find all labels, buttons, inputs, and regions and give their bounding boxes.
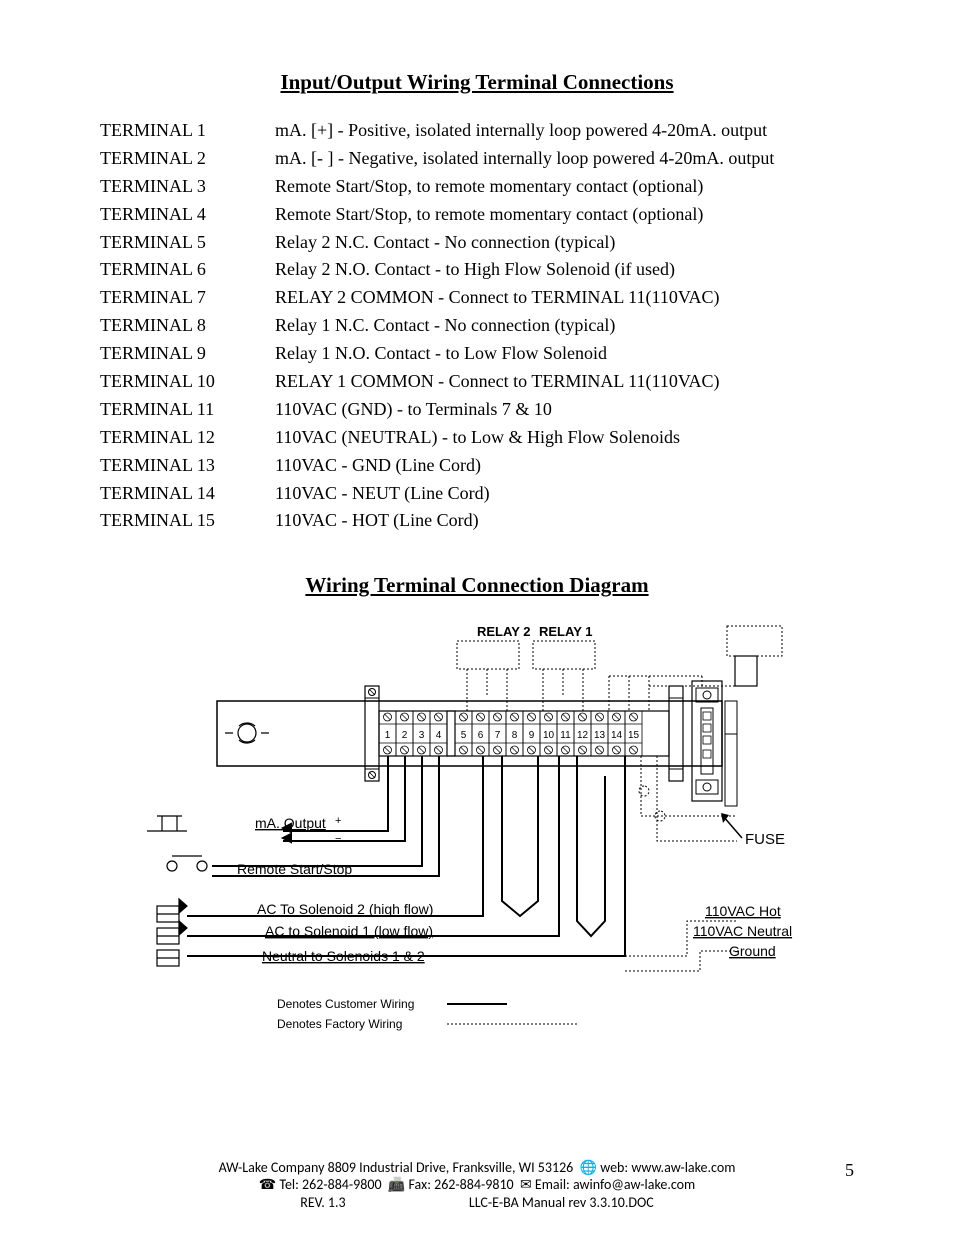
terminal-row: TERMINAL 1mA. [+] - Positive, isolated i… [100,117,854,145]
terminal-row: TERMINAL 12110VAC (NEUTRAL) - to Low & H… [100,424,854,452]
section-title-diagram: Wiring Terminal Connection Diagram [100,573,854,598]
terminal-label: TERMINAL 11 [100,396,275,424]
footer-fax: Fax: 262-884-9810 [409,1176,514,1193]
terminal-desc: RELAY 2 COMMON - Connect to TERMINAL 11(… [275,284,854,312]
terminal-desc: 110VAC - NEUT (Line Cord) [275,480,854,508]
terminal-label: TERMINAL 3 [100,173,275,201]
ground-label: Ground [729,943,776,959]
svg-text:−: − [335,833,341,845]
terminal-desc: mA. [- ] - Negative, isolated internally… [275,145,854,173]
neutral-label: 110VAC Neutral [693,923,792,939]
terminal-desc: 110VAC (NEUTRAL) - to Low & High Flow So… [275,424,854,452]
terminal-label: TERMINAL 7 [100,284,275,312]
terminal-row: TERMINAL 10RELAY 1 COMMON - Connect to T… [100,368,854,396]
relay1-label: RELAY 1 [539,624,592,639]
terminal-number: 10 [543,730,555,741]
terminal-label: TERMINAL 12 [100,424,275,452]
terminal-row: TERMINAL 2mA. [- ] - Negative, isolated … [100,145,854,173]
fuse-label: FUSE [745,831,785,848]
footer-company: AW-Lake Company 8809 Industrial Drive, F… [219,1159,574,1176]
terminal-label: TERMINAL 14 [100,480,275,508]
terminal-row: TERMINAL 15110VAC - HOT (Line Cord) [100,507,854,535]
terminal-row: TERMINAL 9Relay 1 N.O. Contact - to Low … [100,340,854,368]
terminal-desc: Remote Start/Stop, to remote momentary c… [275,173,854,201]
page-footer: 5 AW-Lake Company 8809 Industrial Drive,… [0,1159,954,1212]
terminal-label: TERMINAL 13 [100,452,275,480]
terminal-row: TERMINAL 8Relay 1 N.C. Contact - No conn… [100,312,854,340]
wiring-diagram: 123456789101112131415 RELAY 2 RELAY 1 [100,616,854,1056]
terminal-label: TERMINAL 2 [100,145,275,173]
footer-rev: REV. 1.3 [300,1194,345,1212]
terminal-number: 13 [594,730,606,741]
terminal-desc: mA. [+] - Positive, isolated internally … [275,117,854,145]
terminal-number: 1 [385,730,391,741]
terminal-desc: 110VAC - HOT (Line Cord) [275,507,854,535]
terminal-number: 6 [478,730,484,741]
hot-label: 110VAC Hot [705,903,781,919]
terminal-number: 14 [611,730,623,741]
terminal-number: 12 [577,730,589,741]
terminal-row: TERMINAL 7RELAY 2 COMMON - Connect to TE… [100,284,854,312]
footer-email: Email: awinfo@aw-lake.com [535,1176,695,1193]
terminal-label: TERMINAL 1 [100,117,275,145]
terminal-desc: 110VAC (GND) - to Terminals 7 & 10 [275,396,854,424]
terminal-number: 4 [436,730,442,741]
relay2-label: RELAY 2 [477,624,530,639]
neutral-solenoids-label: Neutral to Solenoids 1 & 2 [262,948,425,964]
terminal-row: TERMINAL 3Remote Start/Stop, to remote m… [100,173,854,201]
terminal-number: 15 [628,730,640,741]
terminal-number: 8 [512,730,518,741]
terminal-desc: Relay 1 N.C. Contact - No connection (ty… [275,312,854,340]
terminal-label: TERMINAL 15 [100,507,275,535]
terminal-number: 7 [495,730,501,741]
terminal-label: TERMINAL 4 [100,201,275,229]
terminal-row: TERMINAL 5Relay 2 N.C. Contact - No conn… [100,229,854,257]
terminal-desc: Relay 1 N.O. Contact - to Low Flow Solen… [275,340,854,368]
footer-tel: Tel: 262-884-9800 [279,1176,381,1193]
terminal-row: TERMINAL 13110VAC - GND (Line Cord) [100,452,854,480]
terminal-label: TERMINAL 10 [100,368,275,396]
terminal-number: 11 [560,730,571,741]
remote-start-stop-label: Remote Start/Stop [237,861,352,877]
terminal-row: TERMINAL 6Relay 2 N.O. Contact - to High… [100,256,854,284]
ma-output-label: mA. Output [255,815,326,831]
ac-solenoid2-label: AC To Solenoid 2 (high flow) [257,901,433,917]
legend-customer-label: Denotes Customer Wiring [277,997,414,1011]
terminal-number: 3 [419,730,425,741]
terminal-label: TERMINAL 9 [100,340,275,368]
terminal-label: TERMINAL 6 [100,256,275,284]
terminal-row: TERMINAL 11110VAC (GND) - to Terminals 7… [100,396,854,424]
footer-doc: LLC-E-BA Manual rev 3.3.10.DOC [469,1194,654,1211]
terminal-row: TERMINAL 14110VAC - NEUT (Line Cord) [100,480,854,508]
terminal-row: TERMINAL 4Remote Start/Stop, to remote m… [100,201,854,229]
terminal-desc: RELAY 1 COMMON - Connect to TERMINAL 11(… [275,368,854,396]
terminal-desc: Relay 2 N.C. Contact - No connection (ty… [275,229,854,257]
terminal-desc: 110VAC - GND (Line Cord) [275,452,854,480]
terminal-list: TERMINAL 1mA. [+] - Positive, isolated i… [100,117,854,535]
terminal-number: 2 [402,730,408,741]
terminal-label: TERMINAL 5 [100,229,275,257]
legend-factory-label: Denotes Factory Wiring [277,1017,402,1031]
ac-solenoid1-label: AC to Solenoid 1 (low flow) [265,923,433,939]
terminal-label: TERMINAL 8 [100,312,275,340]
terminal-number: 9 [529,730,535,741]
terminal-desc: Remote Start/Stop, to remote momentary c… [275,201,854,229]
page-number: 5 [845,1159,854,1182]
footer-web: web: www.aw-lake.com [600,1159,735,1176]
svg-text:+: + [335,815,341,827]
terminal-number: 5 [461,730,467,741]
terminal-desc: Relay 2 N.O. Contact - to High Flow Sole… [275,256,854,284]
section-title-io-wiring: Input/Output Wiring Terminal Connections [100,70,854,95]
